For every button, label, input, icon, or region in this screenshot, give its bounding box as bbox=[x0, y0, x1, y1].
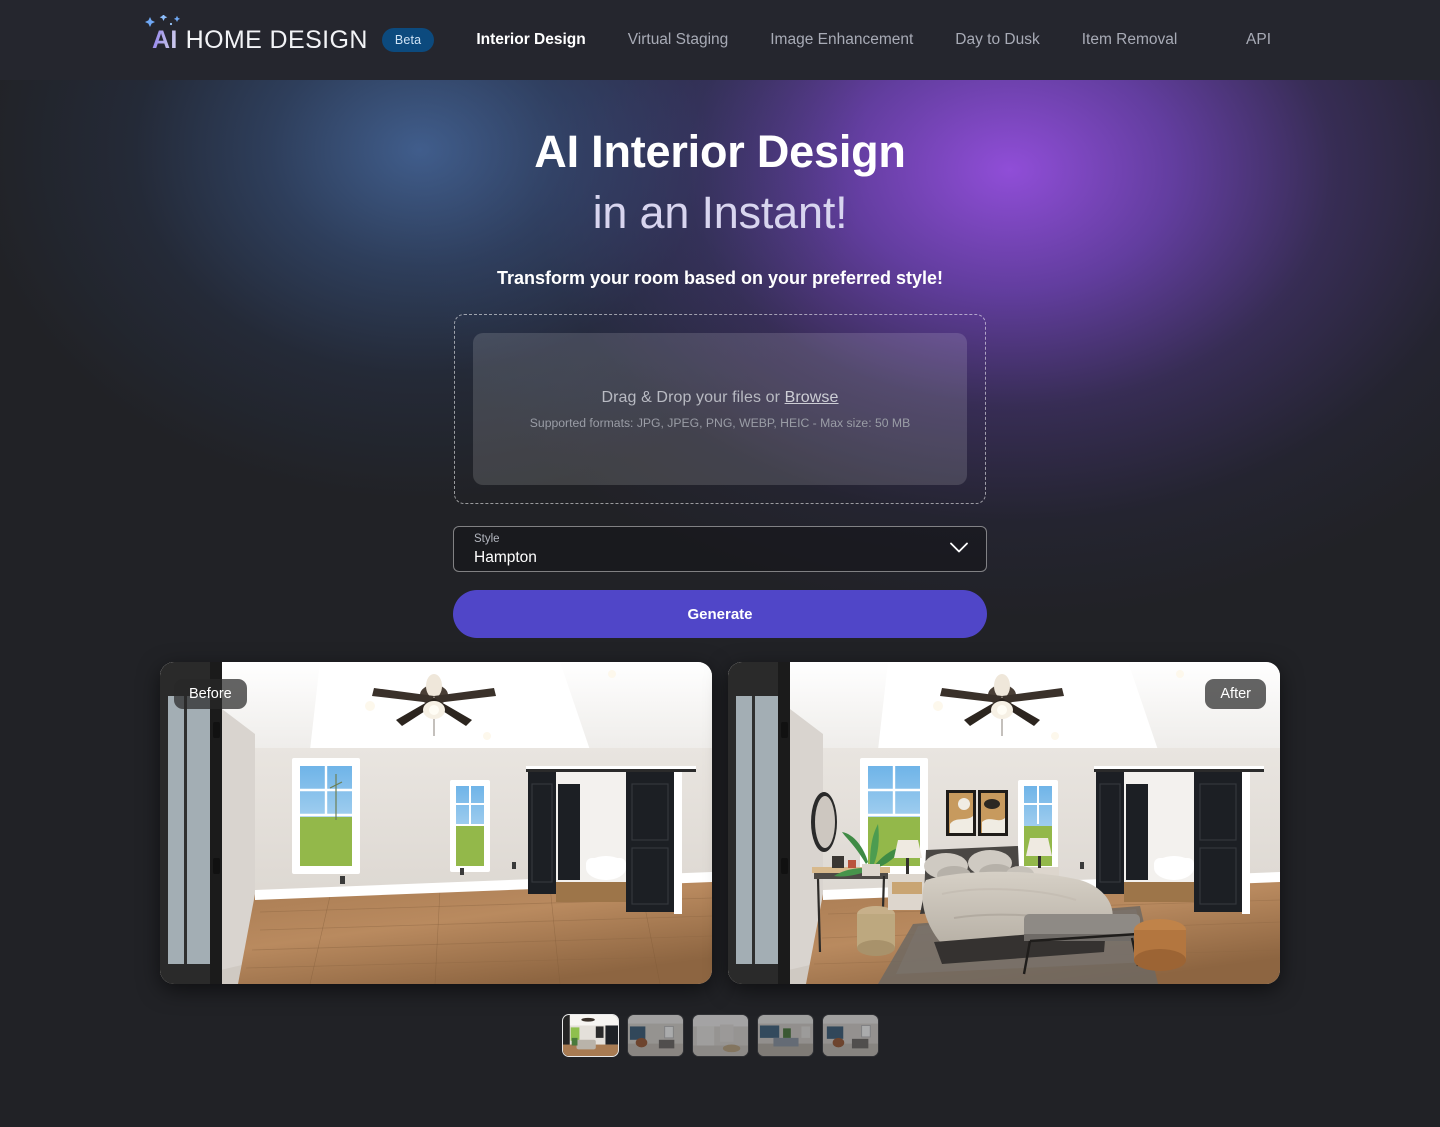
generate-button[interactable]: Generate bbox=[453, 590, 987, 639]
after-badge: After bbox=[1205, 679, 1266, 709]
nav-item-api[interactable]: API bbox=[1246, 0, 1271, 80]
thumbnail-bathroom[interactable] bbox=[691, 1014, 749, 1057]
dropzone[interactable]: Drag & Drop your files or Browse Support… bbox=[473, 333, 967, 486]
brand-ai-text: AI bbox=[152, 25, 178, 54]
page-subtitle-line: in an Instant! bbox=[592, 187, 848, 239]
browse-link[interactable]: Browse bbox=[785, 389, 839, 406]
nav-item-item-removal[interactable]: Item Removal bbox=[1061, 0, 1199, 80]
brand-name-text: HOME DESIGN bbox=[185, 25, 368, 54]
hero-section: AI Interior Design in an Instant! Transf… bbox=[0, 80, 1440, 640]
nav-item-interior-design[interactable]: Interior Design bbox=[476, 0, 606, 80]
nav-right-group: API bbox=[1246, 0, 1400, 80]
thumbnail-living-room[interactable] bbox=[626, 1014, 684, 1057]
hero-tagline: Transform your room based on your prefer… bbox=[496, 268, 944, 289]
beta-badge: Beta bbox=[381, 28, 435, 52]
upload-area[interactable]: Drag & Drop your files or Browse Support… bbox=[454, 314, 986, 505]
thumbnail-strip bbox=[0, 1014, 1440, 1057]
supported-formats-text: Supported formats: JPG, JPEG, PNG, WEBP,… bbox=[529, 415, 911, 430]
before-image-card[interactable]: Before bbox=[160, 662, 712, 984]
dropzone-instruction: Drag & Drop your files or Browse bbox=[601, 389, 838, 407]
thumbnail-dining-room[interactable] bbox=[756, 1014, 814, 1057]
style-select-label: Style bbox=[474, 533, 500, 546]
chevron-down-icon[interactable] bbox=[950, 542, 968, 554]
before-after-comparison: Before After bbox=[0, 640, 1440, 984]
main-nav: Interior Design Virtual Staging Image En… bbox=[476, 0, 1400, 80]
thumbnail-staged-bedroom[interactable] bbox=[561, 1014, 619, 1057]
brand-wordmark: AI HOME DESIGN bbox=[145, 14, 368, 55]
nav-item-image-enhancement[interactable]: Image Enhancement bbox=[749, 0, 934, 80]
page-title: AI Interior Design bbox=[534, 126, 906, 177]
after-image-card[interactable]: After bbox=[728, 662, 1280, 984]
after-room-image bbox=[728, 662, 1280, 984]
app-header: AI HOME DESIGN Beta Interior Design Virt… bbox=[0, 0, 1440, 80]
brand-logo[interactable]: AI HOME DESIGN Beta bbox=[145, 14, 435, 55]
style-select[interactable]: Style Hampton bbox=[453, 526, 987, 573]
before-badge: Before bbox=[174, 679, 247, 709]
thumbnail-lounge[interactable] bbox=[821, 1014, 879, 1057]
hero-content: AI Interior Design in an Instant! Transf… bbox=[0, 80, 1440, 639]
dropzone-prefix-text: Drag & Drop your files or bbox=[601, 388, 785, 406]
before-room-image bbox=[160, 662, 712, 984]
nav-item-virtual-staging[interactable]: Virtual Staging bbox=[607, 0, 750, 80]
nav-item-day-to-dusk[interactable]: Day to Dusk bbox=[934, 0, 1060, 80]
style-select-value: Hampton bbox=[474, 549, 537, 567]
